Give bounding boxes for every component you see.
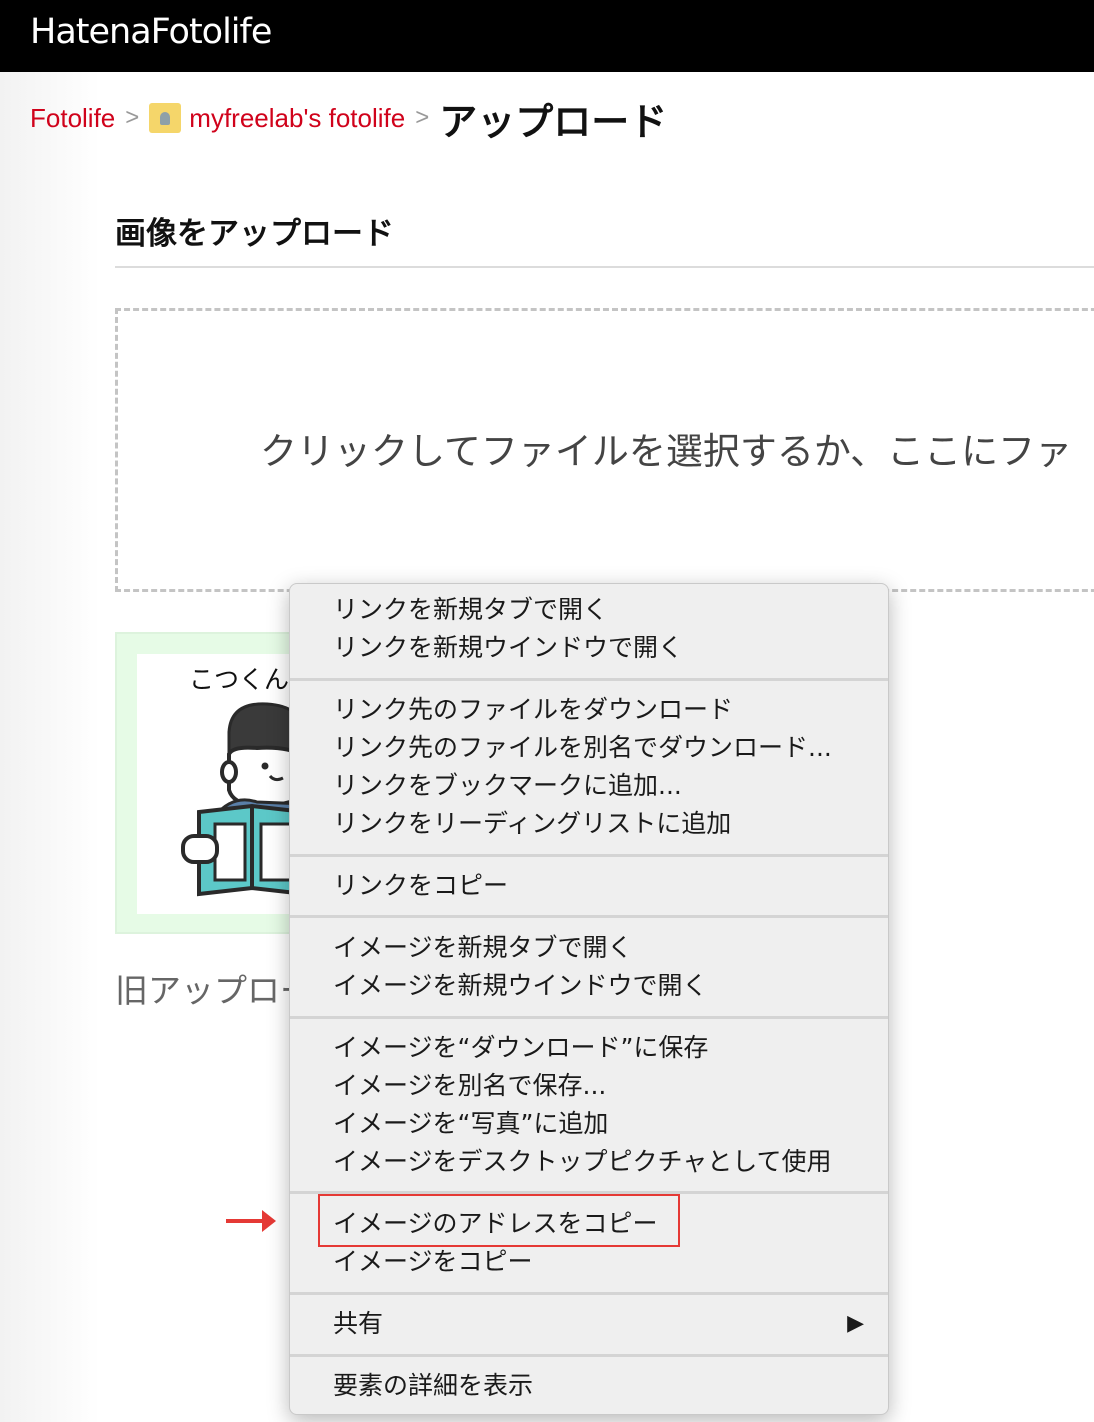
page-background-shade [0, 72, 100, 1422]
menu-item-inspect-element[interactable]: 要素の詳細を表示 [290, 1367, 888, 1405]
dropzone-instruction: クリックしてファイルを選択するか、ここにファ [260, 430, 1073, 473]
menu-separator [290, 1191, 888, 1194]
menu-item-add-image-to-photos[interactable]: イメージを“写真”に追加 [290, 1105, 888, 1143]
menu-item-download-linked-file-as[interactable]: リンク先のファイルを別名でダウンロード... [290, 729, 888, 767]
menu-item-share[interactable]: 共有 ▶ [290, 1305, 888, 1343]
section-divider [115, 266, 1094, 268]
menu-item-copy-image-address[interactable]: イメージのアドレスをコピー [290, 1205, 888, 1243]
menu-item-share-label: 共有 [333, 1309, 384, 1338]
context-menu: リンクを新規タブで開く リンクを新規ウインドウで開く リンク先のファイルをダウン… [289, 583, 889, 1415]
menu-item-bookmark-link[interactable]: リンクをブックマークに追加... [290, 767, 888, 805]
upload-dropzone[interactable]: クリックしてファイルを選択するか、ここにファ [115, 308, 1094, 592]
menu-item-open-link-new-tab[interactable]: リンクを新規タブで開く [290, 591, 888, 629]
menu-item-save-image-to-downloads[interactable]: イメージを“ダウンロード”に保存 [290, 1029, 888, 1067]
menu-separator [290, 1354, 888, 1357]
user-avatar-icon [149, 103, 182, 133]
site-logo[interactable]: HatenaFotolife [30, 12, 272, 52]
annotation-arrow-icon [226, 1210, 276, 1232]
menu-item-open-image-new-window[interactable]: イメージを新規ウインドウで開く [290, 967, 888, 1005]
menu-item-add-to-reading-list[interactable]: リンクをリーディングリストに追加 [290, 805, 888, 843]
menu-separator [290, 678, 888, 681]
menu-item-download-linked-file[interactable]: リンク先のファイルをダウンロード [290, 691, 888, 729]
breadcrumb-fotolife-link[interactable]: Fotolife [30, 103, 115, 134]
menu-separator [290, 915, 888, 918]
menu-item-save-image-as[interactable]: イメージを別名で保存... [290, 1067, 888, 1105]
page-root: HatenaFotolife Fotolife > myfreelab's fo… [0, 0, 1094, 1422]
section-title: 画像をアップロード [115, 216, 394, 252]
top-header: HatenaFotolife [0, 0, 1094, 72]
breadcrumb-separator: > [125, 104, 140, 131]
menu-separator [290, 1292, 888, 1295]
menu-item-copy-image[interactable]: イメージをコピー [290, 1243, 888, 1281]
menu-separator [290, 1016, 888, 1019]
submenu-arrow-icon: ▶ [847, 1311, 864, 1336]
uploaded-image-thumbnail[interactable]: こつくん [115, 632, 317, 934]
breadcrumb-user-link[interactable]: myfreelab's fotolife [189, 103, 405, 134]
breadcrumb: Fotolife > myfreelab's fotolife > アップロード [30, 92, 667, 144]
thumbnail-caption: こつくん [189, 665, 290, 694]
menu-item-copy-link[interactable]: リンクをコピー [290, 867, 888, 905]
breadcrumb-separator: > [415, 104, 430, 131]
old-upload-link[interactable]: 旧アップロー [115, 964, 313, 1012]
page-title: アップロード [439, 99, 668, 144]
menu-item-open-link-new-window[interactable]: リンクを新規ウインドウで開く [290, 629, 888, 667]
menu-item-open-image-new-tab[interactable]: イメージを新規タブで開く [290, 929, 888, 967]
menu-item-use-as-desktop-picture[interactable]: イメージをデスクトップピクチャとして使用 [290, 1143, 888, 1181]
menu-separator [290, 854, 888, 857]
